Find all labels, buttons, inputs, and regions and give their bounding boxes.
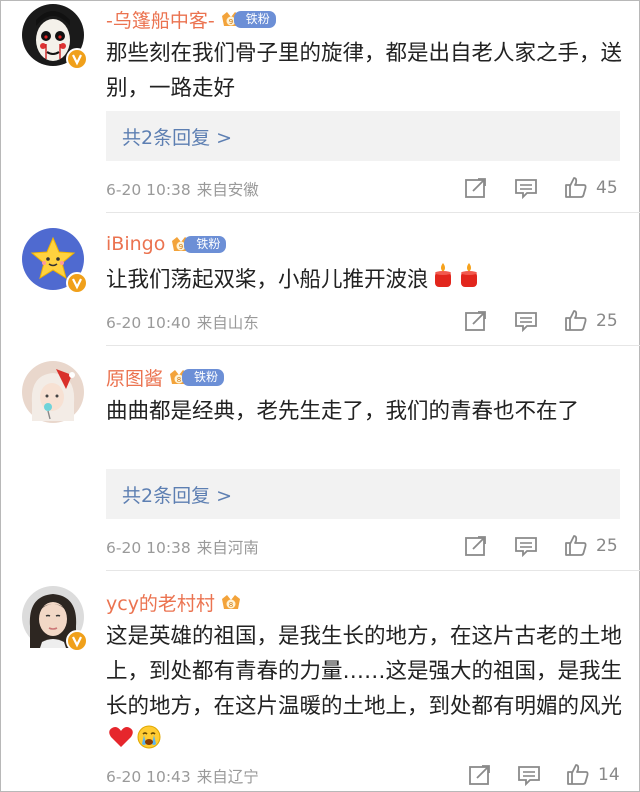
verified-icon <box>66 272 88 294</box>
like-count: 14 <box>598 765 620 785</box>
comment-text: 这是英雄的祖国，是我生长的地方，在这片古老的土地上，到处都有青春的力量……这是强… <box>106 619 626 761</box>
username[interactable]: -乌篷船中客- <box>106 6 215 33</box>
divider <box>106 345 640 346</box>
comment-source: 来自安徽 <box>196 181 259 199</box>
comment-meta: 6-20 10:38 来自河南 <box>106 536 259 558</box>
verified-icon <box>66 630 88 652</box>
comment-meta: 6-20 10:43 来自辽宁 <box>106 765 259 787</box>
candle-emoji <box>457 261 481 300</box>
comment-source: 来自山东 <box>196 314 259 332</box>
share-icon[interactable] <box>464 177 488 199</box>
share-icon[interactable] <box>464 310 488 332</box>
divider <box>106 570 640 571</box>
like-icon[interactable] <box>564 534 588 556</box>
comment-header: ycy的老村村 8 <box>106 589 243 615</box>
share-icon[interactable] <box>464 535 488 557</box>
fan-badge-label: 铁粉 <box>184 235 227 253</box>
fan-badge[interactable]: 8 铁粉 <box>167 367 225 387</box>
comment-icon[interactable] <box>517 764 541 786</box>
candle-emoji <box>431 261 455 300</box>
comment-time: 6-20 10:43 <box>106 768 191 786</box>
comment-icon[interactable] <box>514 177 538 199</box>
reply-count-link[interactable]: 共2条回复 > <box>122 481 232 508</box>
username[interactable]: 原图酱 <box>106 364 163 391</box>
comment-header: iBingo 9 铁粉 <box>106 231 227 257</box>
divider <box>106 212 640 213</box>
fan-level-icon: 8 <box>221 595 240 609</box>
like-icon[interactable] <box>564 309 588 331</box>
reply-box[interactable]: 共2条回复 > <box>106 469 620 519</box>
verified-icon <box>66 48 88 70</box>
username[interactable]: ycy的老村村 <box>106 589 215 616</box>
like-count: 25 <box>596 311 618 331</box>
svg-text:9: 9 <box>179 243 183 251</box>
comment-meta: 6-20 10:40 来自山东 <box>106 311 259 333</box>
comment-source: 来自辽宁 <box>196 768 259 786</box>
comment-time: 6-20 10:38 <box>106 181 191 199</box>
like-count: 45 <box>596 178 618 198</box>
comment-icon[interactable] <box>514 535 538 557</box>
comment-text-body: 让我们荡起双桨，小船儿推开波浪 <box>106 267 429 293</box>
comment-text: 让我们荡起双桨，小船儿推开波浪 <box>106 261 626 300</box>
fan-badge[interactable]: 8 <box>219 592 243 612</box>
fan-badge[interactable]: 9 铁粉 <box>219 9 276 29</box>
heart-emoji <box>108 725 134 760</box>
like-icon[interactable] <box>564 176 588 198</box>
comment-text: 那些刻在我们骨子里的旋律，都是出自老人家之手，送别，一路走好 <box>106 41 623 101</box>
share-icon[interactable] <box>468 764 492 786</box>
like-count: 25 <box>596 536 618 556</box>
comment-text: 曲曲都是经典，老先生走了，我们的青春也不在了 <box>106 399 580 424</box>
svg-text:9: 9 <box>228 18 232 26</box>
comment-header: 原图酱 8 铁粉 <box>106 364 225 391</box>
comment-icon[interactable] <box>514 310 538 332</box>
fan-badge-label: 铁粉 <box>233 10 276 28</box>
comment-meta: 6-20 10:38 来自安徽 <box>106 178 259 200</box>
girl-avatar-icon[interactable] <box>22 361 84 423</box>
fan-badge[interactable]: 9 铁粉 <box>169 234 227 254</box>
comment-text-body: 这是英雄的祖国，是我生长的地方，在这片古老的土地上，到处都有青春的力量……这是强… <box>106 624 623 719</box>
svg-text:8: 8 <box>229 601 233 609</box>
like-icon[interactable] <box>566 763 590 785</box>
comment-time: 6-20 10:38 <box>106 539 191 557</box>
username[interactable]: iBingo <box>106 233 165 255</box>
svg-text:8: 8 <box>177 376 181 384</box>
reply-count-link[interactable]: 共2条回复 > <box>122 123 232 150</box>
crying-emoji <box>136 724 162 761</box>
fan-badge-label: 铁粉 <box>182 368 225 386</box>
reply-box[interactable]: 共2条回复 > <box>106 111 620 161</box>
comment-header: -乌篷船中客- 9 铁粉 <box>106 6 276 32</box>
comment-time: 6-20 10:40 <box>106 314 191 332</box>
comment-source: 来自河南 <box>196 539 259 557</box>
